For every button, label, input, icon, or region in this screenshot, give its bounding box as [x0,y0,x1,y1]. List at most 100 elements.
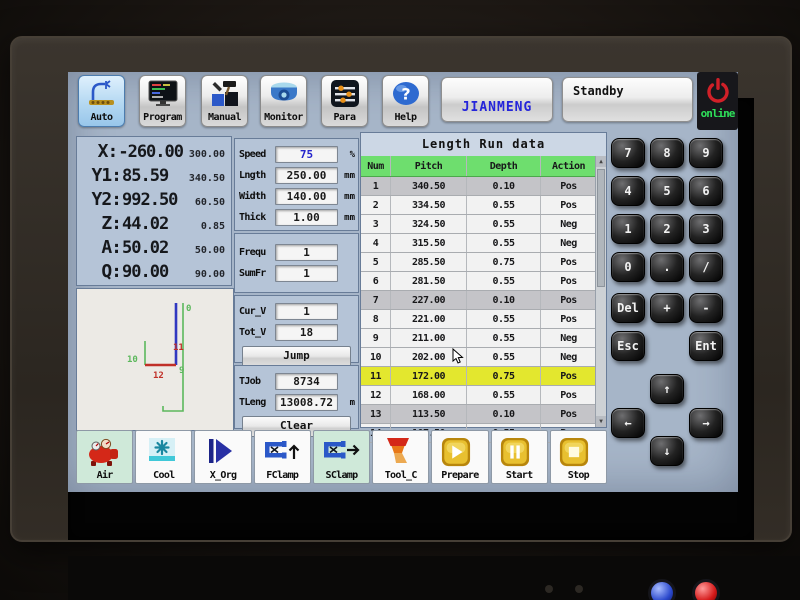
sumfr-label: SumFr [239,268,275,279]
bottom-button-cool[interactable]: Cool [135,430,192,484]
tool-change-icon [382,437,420,469]
tleng-label: TLeng [239,397,275,408]
key-slash[interactable]: / [689,252,723,282]
length-input[interactable]: 250.00 [275,167,338,184]
bottom-button-x_org[interactable]: X_Org [194,430,251,484]
bottom-button-prepare[interactable]: Prepare [431,430,488,484]
profile-sketch-panel: 0 11 9 10 12 [76,288,234,431]
width-unit: mm [338,192,355,202]
axis-label: Z: [79,213,121,234]
axis-row-y2: Y2: 992.50 60.50 [79,189,225,213]
key-del[interactable]: Del [611,293,645,323]
table-row-4[interactable]: 4 315.50 0.55 Neg [361,234,596,253]
jump-button[interactable]: Jump [242,346,351,367]
key-9[interactable]: 9 [689,138,723,168]
bottom-button-stop[interactable]: Stop [550,430,607,484]
bottom-toolbar: Air Cool X_Org FClamp SClamp Tool_C Prep… [76,430,607,486]
speed-unit: % [338,150,355,160]
axis-target: 0.85 [179,221,225,232]
hardware-blue-button[interactable] [648,579,676,600]
key-3[interactable]: 3 [689,214,723,244]
frequency-panel: Frequ 1 SumFr 1 [234,233,359,293]
segment-label-9: 9 [179,366,184,376]
nav-button-auto[interactable]: Auto [78,75,125,127]
table-row-2[interactable]: 2 334.50 0.55 Pos [361,196,596,215]
tools-icon [209,80,241,108]
sumfr-input[interactable]: 1 [275,265,338,282]
thick-input[interactable]: 1.00 [275,209,338,226]
run-data-table: Length Run data Num Pitch Depth Action 1… [360,132,607,428]
bottom-button-start[interactable]: Start [491,430,548,484]
tjob-input[interactable]: 8734 [275,373,338,390]
table-row-13[interactable]: 13 113.50 0.10 Pos [361,405,596,424]
brand-label: JIANMENG [462,100,533,115]
table-scrollbar[interactable]: ▲ ▼ [595,156,606,427]
axis-value: 85.59 [121,166,179,186]
axis-label: A: [79,237,121,258]
key-arrow-up[interactable]: ↑ [650,374,684,404]
bottom-button-sclamp[interactable]: SClamp [313,430,370,484]
tjob-label: TJob [239,376,275,387]
bottom-button-fclamp[interactable]: FClamp [254,430,311,484]
key-0[interactable]: 0 [611,252,645,282]
axis-readout-panel: X: -260.00 300.00 Y1: 85.59 340.50 Y2: 9… [76,136,232,286]
key-plus[interactable]: + [650,293,684,323]
scroll-up-icon[interactable]: ▲ [596,156,606,167]
panel-screw [575,585,583,593]
table-row-3[interactable]: 3 324.50 0.55 Neg [361,215,596,234]
power-icon[interactable] [704,75,732,105]
camera-icon [268,80,300,108]
axis-row-x: X: -260.00 300.00 [79,141,225,165]
tot-v-input[interactable]: 18 [275,324,338,341]
scroll-down-icon[interactable]: ▼ [596,416,606,427]
nav-button-monitor[interactable]: Monitor [260,75,307,127]
cur-v-input[interactable]: 1 [275,303,338,320]
table-row-9[interactable]: 9 211.00 0.55 Neg [361,329,596,348]
tot-v-label: Tot_V [239,327,275,338]
table-row-8[interactable]: 8 221.00 0.55 Pos [361,310,596,329]
bottom-button-tool_c[interactable]: Tool_C [372,430,429,484]
key-ent[interactable]: Ent [689,331,723,361]
machine-status-panel: Standby [562,77,693,122]
key-dot[interactable]: . [650,252,684,282]
scroll-thumb[interactable] [597,169,605,287]
key-esc[interactable]: Esc [611,331,645,361]
key-arrow-right[interactable]: → [689,408,723,438]
table-header-row: Num Pitch Depth Action [361,156,596,177]
width-input[interactable]: 140.00 [275,188,338,205]
svg-text:?: ? [401,85,410,104]
axis-label: X: [79,141,117,162]
table-row-7[interactable]: 7 227.00 0.10 Pos [361,291,596,310]
bottom-button-air[interactable]: Air [76,430,133,484]
key-1[interactable]: 1 [611,214,645,244]
nav-button-para[interactable]: Para [321,75,368,127]
key-arrow-down[interactable]: ↓ [650,436,684,466]
nav-button-help[interactable]: ? Help [382,75,429,127]
key-7[interactable]: 7 [611,138,645,168]
table-row-1[interactable]: 1 340.50 0.10 Pos [361,177,596,196]
key-5[interactable]: 5 [650,176,684,206]
key-minus[interactable]: - [689,293,723,323]
speed-input[interactable]: 75 [275,146,338,163]
table-row-10[interactable]: 10 202.00 0.55 Neg [361,348,596,367]
table-row-11[interactable]: 11 172.00 0.75 Pos [361,367,596,386]
key-4[interactable]: 4 [611,176,645,206]
key-2[interactable]: 2 [650,214,684,244]
axis-label: Y1: [79,165,121,186]
table-row-5[interactable]: 5 285.50 0.75 Pos [361,253,596,272]
frequ-label: Frequ [239,247,275,258]
key-arrow-left[interactable]: ← [611,408,645,438]
run-table-body: 1 340.50 0.10 Pos 2 334.50 0.55 Pos 3 32… [361,177,596,443]
axis-value: 50.02 [121,238,179,258]
table-row-12[interactable]: 12 168.00 0.55 Pos [361,386,596,405]
table-row-6[interactable]: 6 281.50 0.55 Pos [361,272,596,291]
tleng-input[interactable]: 13008.72 [275,394,338,411]
frequ-input[interactable]: 1 [275,244,338,261]
help-icon: ? [390,80,422,108]
key-6[interactable]: 6 [689,176,723,206]
key-8[interactable]: 8 [650,138,684,168]
nav-button-program[interactable]: Program [139,75,186,127]
hardware-red-button[interactable] [692,579,720,600]
nav-button-manual[interactable]: Manual [201,75,248,127]
brand-panel: JIANMENG [441,77,553,122]
